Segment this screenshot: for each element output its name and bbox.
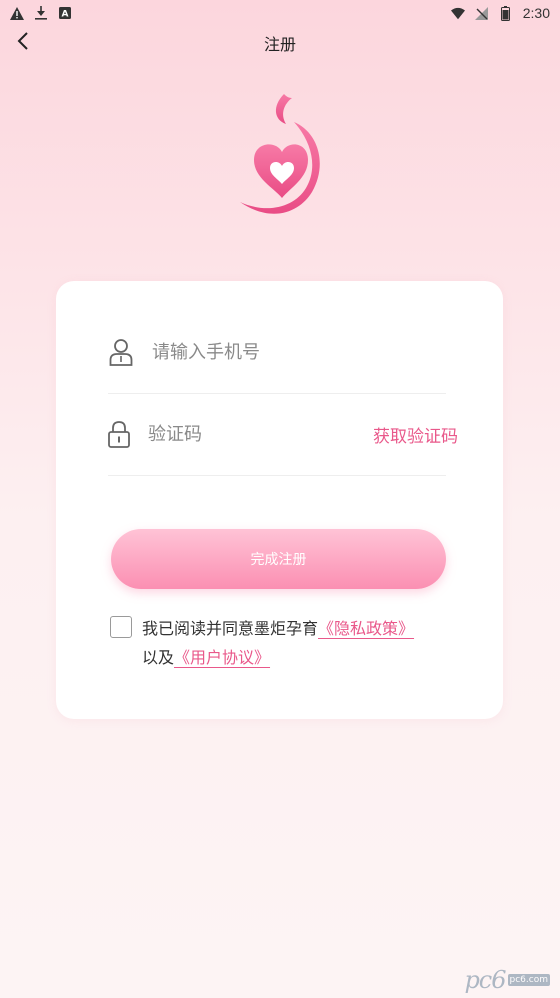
user-agreement-link[interactable]: 《用户协议》 [174,648,270,667]
agreement-connector: 以及 [142,648,175,667]
no-signal-icon [475,6,489,20]
phone-input[interactable] [152,341,446,363]
status-time: 2:30 [522,5,550,21]
status-left-icons: A [10,6,72,20]
warning-icon [10,6,24,20]
register-card: 获取验证码 完成注册 我已阅读并同意墨炬孕育《隐私政策》 以及《用户协议》 [56,281,503,719]
watermark-domain: pc6.com [507,974,550,986]
lock-icon [108,419,130,449]
status-bar: A 2:30 [0,0,560,26]
get-code-button[interactable]: 获取验证码 [373,422,458,447]
nav-bar: 注册 [0,26,560,60]
user-icon [108,337,134,367]
page-title: 注册 [263,35,296,54]
watermark-logo: pc6 [464,966,506,994]
agree-checkbox[interactable] [110,616,132,638]
verification-code-input[interactable] [148,423,373,445]
back-button[interactable] [8,28,38,58]
code-field-row: 获取验证码 [108,393,458,476]
app-logo [236,92,328,226]
status-right-icons: 2:30 [450,5,550,21]
agreement-row: 我已阅读并同意墨炬孕育《隐私政策》 以及《用户协议》 [110,614,455,672]
download-icon [34,6,48,20]
battery-icon [499,5,513,21]
complete-register-button[interactable]: 完成注册 [111,529,446,589]
agreement-prefix: 我已阅读并同意墨炬孕育 [142,619,319,638]
a-icon: A [58,6,72,20]
wifi-icon [450,6,465,20]
chevron-left-icon [17,32,29,54]
watermark: pc6 pc6.com [464,966,550,994]
svg-text:A: A [62,10,69,20]
agreement-text: 我已阅读并同意墨炬孕育《隐私政策》 以及《用户协议》 [142,614,452,672]
privacy-policy-link[interactable]: 《隐私政策》 [318,619,414,638]
phone-field-row [108,311,446,394]
